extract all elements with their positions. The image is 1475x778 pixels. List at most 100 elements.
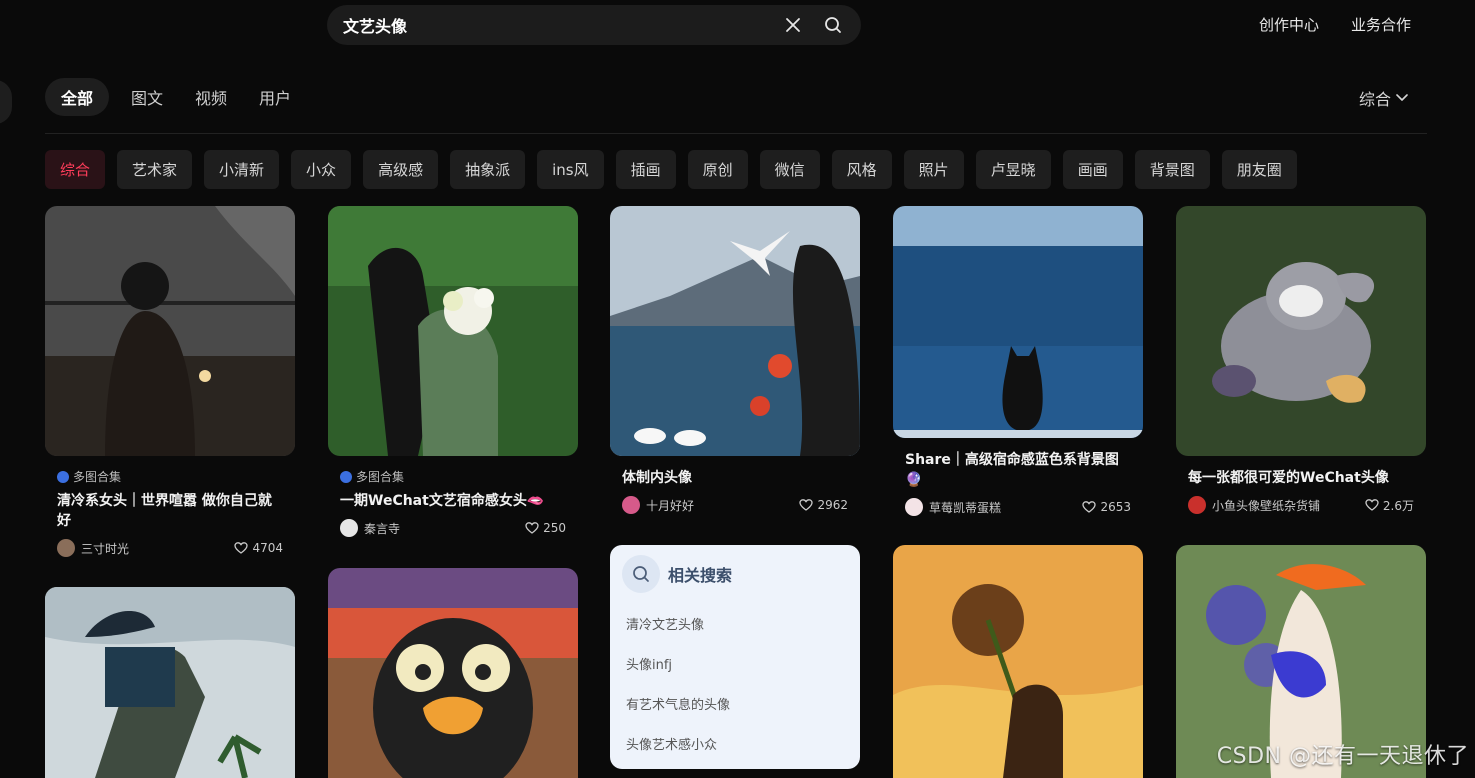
like-button[interactable]: 2962 [799,498,848,512]
badge-label: 多图合集 [73,470,122,484]
author[interactable]: 小鱼头像壁纸杂货铺 [1188,496,1320,514]
note-card[interactable] [328,568,578,778]
avatar [905,498,923,516]
top-links: 创作中心 业务合作 [1259,14,1411,35]
search-bar[interactable] [327,5,861,45]
author[interactable]: 三寸时光 [57,539,129,557]
chip[interactable]: 抽象派 [450,150,526,189]
related-item[interactable]: 头像infj [622,643,848,683]
tab-notes[interactable]: 图文 [121,78,173,116]
author[interactable]: 十月好好 [622,496,694,514]
chip[interactable]: 高级感 [363,150,439,189]
related-header: 相关搜索 [622,555,848,593]
heart-icon [525,522,539,534]
tab-users[interactable]: 用户 [249,78,301,116]
note-thumbnail[interactable] [328,568,578,778]
clear-icon[interactable] [779,11,807,39]
note-meta: 小鱼头像壁纸杂货铺 2.6万 [1188,496,1414,514]
chip[interactable]: 原创 [687,150,748,189]
note-card[interactable]: 多图合集 清冷系女头｜世界喧嚣 做你自己就好 三寸时光 4704 [45,206,295,557]
chip[interactable]: 照片 [903,150,964,189]
note-card[interactable] [45,587,295,778]
sort-label: 综合 [1358,90,1391,109]
related-item[interactable]: 头像艺术感小众 [622,723,848,763]
related-item[interactable]: 有艺术气息的头像 [622,683,848,723]
search-icon [622,555,660,593]
heart-icon [1082,501,1097,513]
chip[interactable]: 朋友圈 [1221,150,1297,189]
heart-icon [799,499,814,511]
note-thumbnail[interactable] [328,206,578,456]
chip[interactable]: 风格 [831,150,892,189]
like-button[interactable]: 4704 [234,541,283,555]
avatar [57,539,75,557]
tab-all[interactable]: 全部 [45,78,110,116]
author-name: 十月好好 [646,498,695,513]
heart-icon [234,542,249,554]
author[interactable]: 秦言寺 [340,519,400,537]
note-card[interactable]: 每一张都很可爱的WeChat头像 小鱼头像壁纸杂货铺 2.6万 [1176,206,1426,514]
note-thumbnail[interactable] [45,587,295,778]
sort-dropdown[interactable]: 综合 [1359,86,1409,110]
creator-center-link[interactable]: 创作中心 [1259,14,1319,35]
note-meta: 十月好好 2962 [622,496,848,514]
chip[interactable]: 艺术家 [117,150,193,189]
filter-chips: 综合 艺术家 小清新 小众 高级感 抽象派 ins风 插画 原创 微信 风格 照… [45,150,1297,189]
content-tabs: 全部 图文 视频 用户 [45,78,301,116]
chip[interactable]: 综合 [45,150,106,189]
collection-badge: 多图合集 [340,468,566,485]
heart-icon [1365,499,1379,511]
chip[interactable]: ins风 [537,150,604,189]
search-icon[interactable] [819,11,847,39]
note-title[interactable]: Share｜高级宿命感蓝色系背景图🔮 [905,450,1131,490]
chip[interactable]: 小众 [291,150,352,189]
like-button[interactable]: 250 [525,521,566,535]
chevron-down-icon [1395,89,1409,108]
note-title[interactable]: 一期WeChat文艺宿命感女头🫦 [340,491,566,511]
note-title[interactable]: 体制内头像 [622,468,848,488]
chip[interactable]: 小清新 [204,150,280,189]
related-item[interactable]: 清冷文艺头像 [622,603,848,643]
note-thumbnail[interactable] [893,545,1143,778]
collection-icon [57,470,69,483]
collection-badge: 多图合集 [57,468,283,485]
collection-icon [340,470,352,483]
chip[interactable]: 插画 [615,150,676,189]
watermark: CSDN @还有一天退休了 [1216,744,1469,769]
related-searches: 相关搜索 清冷文艺头像 头像infj 有艺术气息的头像 头像艺术感小众 [610,545,860,769]
author[interactable]: 草莓凯蒂蛋糕 [905,498,1001,516]
like-count: 4704 [252,541,283,555]
divider [45,133,1427,134]
like-button[interactable]: 2653 [1082,500,1131,514]
author-name: 三寸时光 [81,541,130,556]
note-thumbnail[interactable] [610,206,860,456]
chip[interactable]: 微信 [759,150,820,189]
author-name: 秦言寺 [364,521,401,536]
author-name: 草莓凯蒂蛋糕 [929,500,1002,515]
note-title[interactable]: 清冷系女头｜世界喧嚣 做你自己就好 [57,491,283,531]
note-meta: 草莓凯蒂蛋糕 2653 [905,498,1131,516]
search-input[interactable] [343,15,767,35]
note-meta: 秦言寺 250 [340,519,566,537]
side-drawer-handle[interactable] [0,80,12,124]
avatar [340,519,358,537]
tab-video[interactable]: 视频 [185,78,237,116]
badge-label: 多图合集 [356,470,405,484]
chip[interactable]: 画画 [1062,150,1123,189]
note-card[interactable]: Share｜高级宿命感蓝色系背景图🔮 草莓凯蒂蛋糕 2653 [893,206,1143,516]
note-meta: 三寸时光 4704 [57,539,283,557]
note-card[interactable]: 多图合集 一期WeChat文艺宿命感女头🫦 秦言寺 250 [328,206,578,537]
business-link[interactable]: 业务合作 [1351,14,1411,35]
note-thumbnail[interactable] [893,206,1143,438]
like-count: 2.6万 [1382,498,1414,513]
like-button[interactable]: 2.6万 [1365,497,1414,514]
note-thumbnail[interactable] [1176,206,1426,456]
chip[interactable]: 背景图 [1134,150,1210,189]
note-card[interactable] [893,545,1143,778]
like-count: 2962 [817,498,848,512]
note-thumbnail[interactable] [45,206,295,456]
chip[interactable]: 卢昱晓 [975,150,1051,189]
note-card[interactable]: 体制内头像 十月好好 2962 [610,206,860,514]
page: 创作中心 业务合作 全部 图文 视频 用户 综合 综合 艺术家 小清新 小众 高… [0,0,1475,778]
note-title[interactable]: 每一张都很可爱的WeChat头像 [1188,468,1414,488]
